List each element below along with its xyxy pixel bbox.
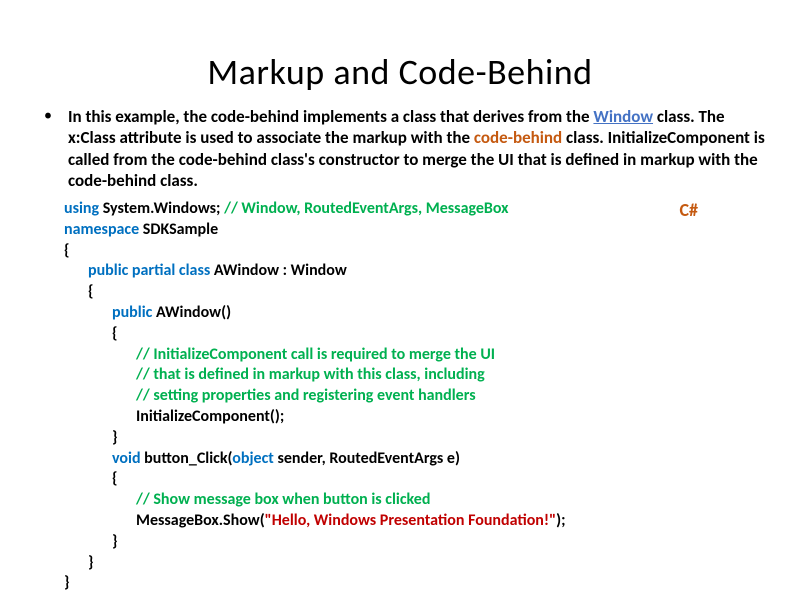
code-text: sender, RoutedEventArgs e) <box>277 449 460 468</box>
code-line: { <box>64 324 760 345</box>
code-line: public partial class AWindow : Window <box>64 261 760 282</box>
code-text: AWindow() <box>156 303 231 322</box>
code-line: InitializeComponent(); <box>64 407 760 428</box>
kw-object: object <box>232 449 277 468</box>
code-line: public AWindow() <box>64 303 760 324</box>
code-line: } <box>64 532 760 553</box>
comment-line: // that is defined in markup with this c… <box>64 365 760 386</box>
code-line: { <box>64 282 760 303</box>
desc-part1: In this example, the code-behind impleme… <box>68 106 593 127</box>
code-line: using System.Windows; // Window, RoutedE… <box>64 199 760 220</box>
kw-void: void <box>112 449 144 468</box>
comment-line: // InitializeComponent call is required … <box>64 345 760 366</box>
code-text: SDKSample <box>143 220 218 239</box>
code-text: AWindow : Window <box>214 261 347 280</box>
kw-namespace: namespace <box>64 220 143 239</box>
codebehind-orange: code-behind <box>474 127 562 148</box>
xclass-bold: x:Class <box>68 127 116 148</box>
code-line: namespace SDKSample <box>64 220 760 241</box>
code-line: } <box>64 428 760 449</box>
comment-line: // setting properties and registering ev… <box>64 386 760 407</box>
slide-title: Markup and Code-Behind <box>30 50 770 94</box>
bullet-icon: • <box>44 106 52 125</box>
kw-class: public partial class <box>88 261 214 280</box>
code-text: button_Click( <box>144 449 232 468</box>
code-text: System.Windows; <box>103 199 224 218</box>
description-text: In this example, the code-behind impleme… <box>68 106 766 191</box>
code-line: } <box>64 573 760 594</box>
kw-using: using <box>64 199 103 218</box>
code-line: void button_Click(object sender, RoutedE… <box>64 449 760 470</box>
code-block: C# using System.Windows; // Window, Rout… <box>30 199 770 594</box>
desc-part3: attribute is used to associate the marku… <box>116 127 474 148</box>
comment: // Window, RoutedEventArgs, MessageBox <box>224 199 508 218</box>
desc-part2: class. The <box>653 106 725 127</box>
code-line: { <box>64 241 760 262</box>
language-badge: C# <box>680 199 699 222</box>
code-text: ); <box>556 511 565 530</box>
kw-public: public <box>112 303 156 322</box>
description-block: • In this example, the code-behind imple… <box>30 106 770 191</box>
comment-line: // Show message box when button is click… <box>64 490 760 511</box>
code-line: { <box>64 469 760 490</box>
code-line: MessageBox.Show("Hello, Windows Presenta… <box>64 511 760 532</box>
string-literal: "Hello, Windows Presentation Foundation!… <box>265 511 556 530</box>
window-link[interactable]: Window <box>593 106 653 127</box>
code-line: } <box>64 553 760 574</box>
code-text: MessageBox.Show( <box>136 511 265 530</box>
